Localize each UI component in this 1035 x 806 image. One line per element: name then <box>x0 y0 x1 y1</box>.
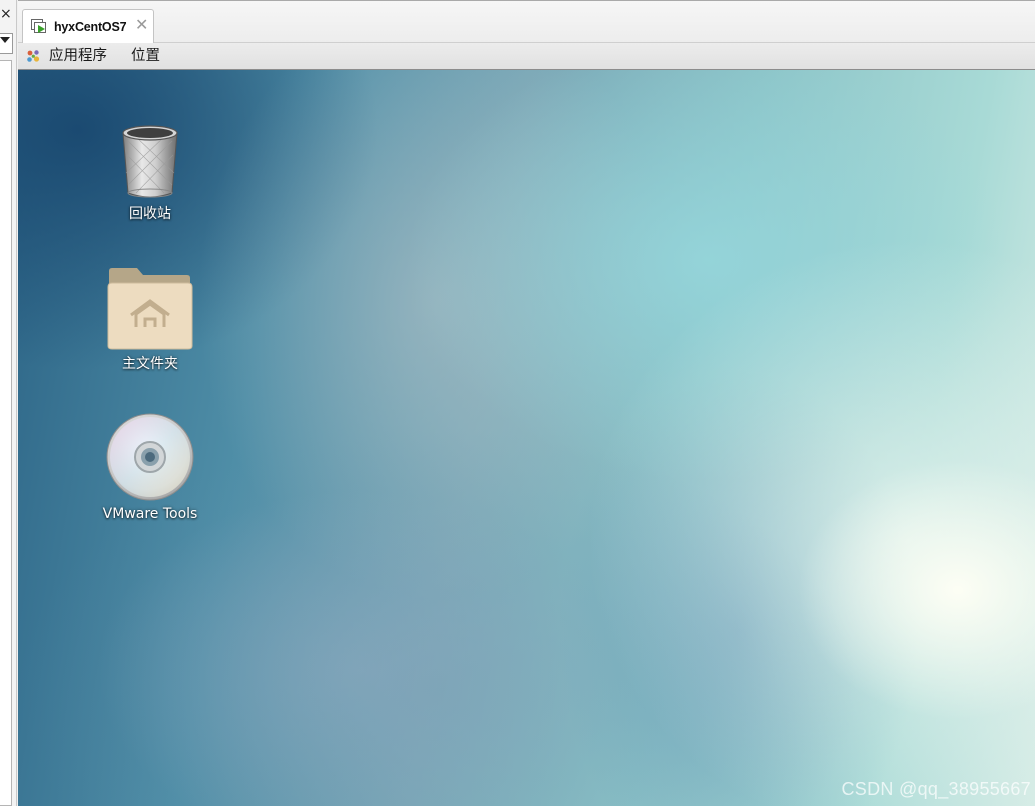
library-pane-edge: × <box>0 0 17 806</box>
trash-icon <box>122 125 178 198</box>
gnome-top-panel: 应用程序 位置 <box>18 43 1035 70</box>
dvd-disc-icon <box>106 413 194 501</box>
vmware-window: × hyxCentOS7 ✕ 应用程序 位置 回收站 主文件夹 VMware T… <box>0 0 1035 806</box>
desktop-icon-trash[interactable]: 回收站 <box>95 123 205 223</box>
guest-desktop[interactable]: 回收站 主文件夹 VMware Tools CSDN @qq_38955667 <box>18 70 1035 806</box>
desktop-icon-vmware-tools[interactable]: VMware Tools <box>95 413 205 523</box>
menu-applications[interactable]: 应用程序 <box>49 46 107 66</box>
csdn-watermark: CSDN @qq_38955667 <box>841 779 1031 799</box>
chevron-down-icon[interactable] <box>0 37 10 43</box>
home-folder-icon <box>107 268 193 350</box>
vm-tab-bar: hyxCentOS7 ✕ <box>18 0 1035 45</box>
desktop-icon-home[interactable]: 主文件夹 <box>95 267 205 373</box>
desktop-icon-label: 主文件夹 <box>122 356 178 372</box>
tab-hyxcentos7[interactable]: hyxCentOS7 ✕ <box>22 9 154 45</box>
tab-title: hyxCentOS7 <box>54 20 127 34</box>
desktop-icon-label: 回收站 <box>129 206 171 222</box>
tab-close-icon[interactable]: ✕ <box>135 16 148 34</box>
desktop-icon-label: VMware Tools <box>102 506 198 522</box>
vm-play-icon <box>31 19 46 33</box>
menu-places[interactable]: 位置 <box>131 46 160 66</box>
library-close-icon[interactable]: × <box>0 5 12 23</box>
gnome-foot-icon[interactable] <box>26 49 41 64</box>
library-tree[interactable] <box>0 60 12 806</box>
